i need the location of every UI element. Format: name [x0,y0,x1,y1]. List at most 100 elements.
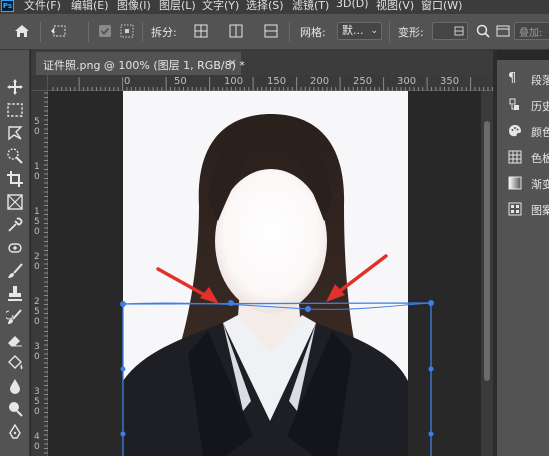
vruler-label: 5 [34,307,40,317]
ruler-label-100: 100 [224,76,244,87]
workspace-icon[interactable] [496,24,510,38]
move-tool-icon[interactable] [6,78,24,96]
vertical-ruler: 5 0 1 0 1 5 0 2 0 2 5 0 3 0 3 5 0 4 0 [31,91,48,456]
transform-handle[interactable] [428,431,434,437]
menu-layer[interactable]: 图层(L) [159,0,196,13]
vruler-label: 3 [34,387,40,397]
healing-brush-tool-icon[interactable] [6,239,24,257]
pen-tool-icon[interactable] [6,423,24,441]
panel-swatches[interactable]: 色板 [506,148,549,166]
transform-handle[interactable] [428,300,434,306]
warp-style-icon [454,26,464,36]
chevron-down-icon: ⌄ [370,26,378,36]
menu-image[interactable]: 图像(I) [117,0,151,13]
swatches-icon [508,150,522,164]
canvas-area[interactable] [48,91,481,456]
clone-stamp-tool-icon[interactable] [6,285,24,303]
scrollbar-thumb[interactable] [484,121,490,381]
split-vertical-icon[interactable] [229,24,243,38]
split-label: 拆分: [151,26,177,39]
vruler-label: 1 [34,162,40,172]
vruler-label: 2 [34,297,40,307]
menu-file[interactable]: 文件(F) [24,0,61,13]
horizontal-ruler: 0 50 100 150 200 250 300 350 [48,75,493,91]
dodge-tool-icon[interactable] [6,400,24,418]
grid-label: 网格: [300,26,326,39]
menu-filter[interactable]: 滤镜(T) [292,0,329,13]
grid-dropdown[interactable]: 默... ⌄ [337,22,382,40]
menu-select[interactable]: 选择(S) [246,0,284,13]
menu-view[interactable]: 视图(V) [376,0,414,13]
ruler-label-250: 250 [353,76,373,87]
brush-tool-icon[interactable] [6,262,24,280]
warp-dropdown[interactable] [432,22,468,40]
palette-icon [509,125,521,137]
marquee-tool-icon[interactable] [6,101,24,119]
paint-bucket-tool-icon[interactable] [6,354,24,372]
history-brush-tool-icon[interactable] [6,308,24,326]
vruler-label: 0 [34,262,40,272]
vruler-label: 0 [34,172,40,182]
transform-handle[interactable] [120,301,126,307]
panel-paragraph[interactable]: ¶ 段落 [506,70,549,88]
ruler-label-350: 350 [440,76,460,87]
vruler-label: 0 [34,352,40,362]
ruler-label-50: 50 [174,76,187,87]
close-icon[interactable]: × [228,56,237,69]
vruler-label: 4 [34,432,40,442]
menu-type[interactable]: 文字(Y) [202,0,239,13]
options-bar: 拆分: 网格: 默... ⌄ 变形: 叠加: [0,14,549,50]
vruler-label: 0 [34,442,40,452]
transform-handle[interactable] [305,306,311,312]
panel-label: 色板 [531,152,549,165]
vruler-label: 3 [34,342,40,352]
vruler-label: 5 [34,117,40,127]
blur-tool-icon[interactable] [6,377,24,395]
transform-handle[interactable] [120,431,126,437]
vertical-scrollbar[interactable] [481,91,493,456]
eyedropper-tool-icon[interactable] [6,216,24,234]
panel-patterns[interactable]: 图案 [506,200,549,218]
eraser-tool-icon[interactable] [6,331,24,349]
panel-gradients[interactable]: 渐变 [506,174,549,192]
ruler-corner [31,75,48,91]
home-icon[interactable] [14,24,30,38]
vruler-label: 0 [34,227,40,237]
crop-tool-icon[interactable] [6,170,24,188]
grid-dropdown-value: 默... [342,24,364,37]
vruler-label: 0 [34,127,40,137]
search-icon[interactable] [476,24,490,38]
transform-handle[interactable] [228,300,234,306]
vruler-label: 2 [34,252,40,262]
document-canvas[interactable] [48,91,481,456]
vruler-label: 1 [34,207,40,217]
transform-handle[interactable] [428,366,434,372]
ruler-label-300: 300 [397,76,417,87]
lasso-tool-icon[interactable] [6,124,24,142]
document-tab-title: 证件照.png @ 100% (图层 1, RGB/8) * [43,59,245,72]
overlay-label: 叠加: [519,28,543,39]
panel-label: 颜色 [531,126,549,139]
menu-bar: Ps 文件(F) 编辑(E) 图像(I) 图层(L) 文字(Y) 选择(S) 滤… [0,0,549,14]
quick-select-tool-icon[interactable] [6,147,24,165]
split-horizontal-icon[interactable] [264,24,278,38]
warp-label: 变形: [398,26,424,39]
document-tab[interactable]: 证件照.png @ 100% (图层 1, RGB/8) * × [36,52,245,75]
checkbox-icon[interactable] [98,24,112,38]
split-cross-icon[interactable] [194,24,208,38]
panel-label: 历史 [531,100,549,113]
frame-tool-icon[interactable] [6,193,24,211]
transform-handle[interactable] [120,366,126,372]
menu-3d[interactable]: 3D(D) [336,0,369,10]
panel-label: 段落 [531,74,549,87]
transform-tool-icon[interactable] [50,24,70,38]
panel-color[interactable]: 颜色 [506,122,549,140]
gradient-icon [508,176,522,190]
panel-history[interactable]: 历史 [506,96,549,114]
photoshop-logo: Ps [1,0,14,12]
grid-select-icon[interactable] [120,24,134,38]
menu-window[interactable]: 窗口(W) [421,0,462,13]
menu-edit[interactable]: 编辑(E) [71,0,109,13]
history-icon [509,98,519,110]
overlay-dropdown[interactable]: 叠加: [514,22,549,40]
